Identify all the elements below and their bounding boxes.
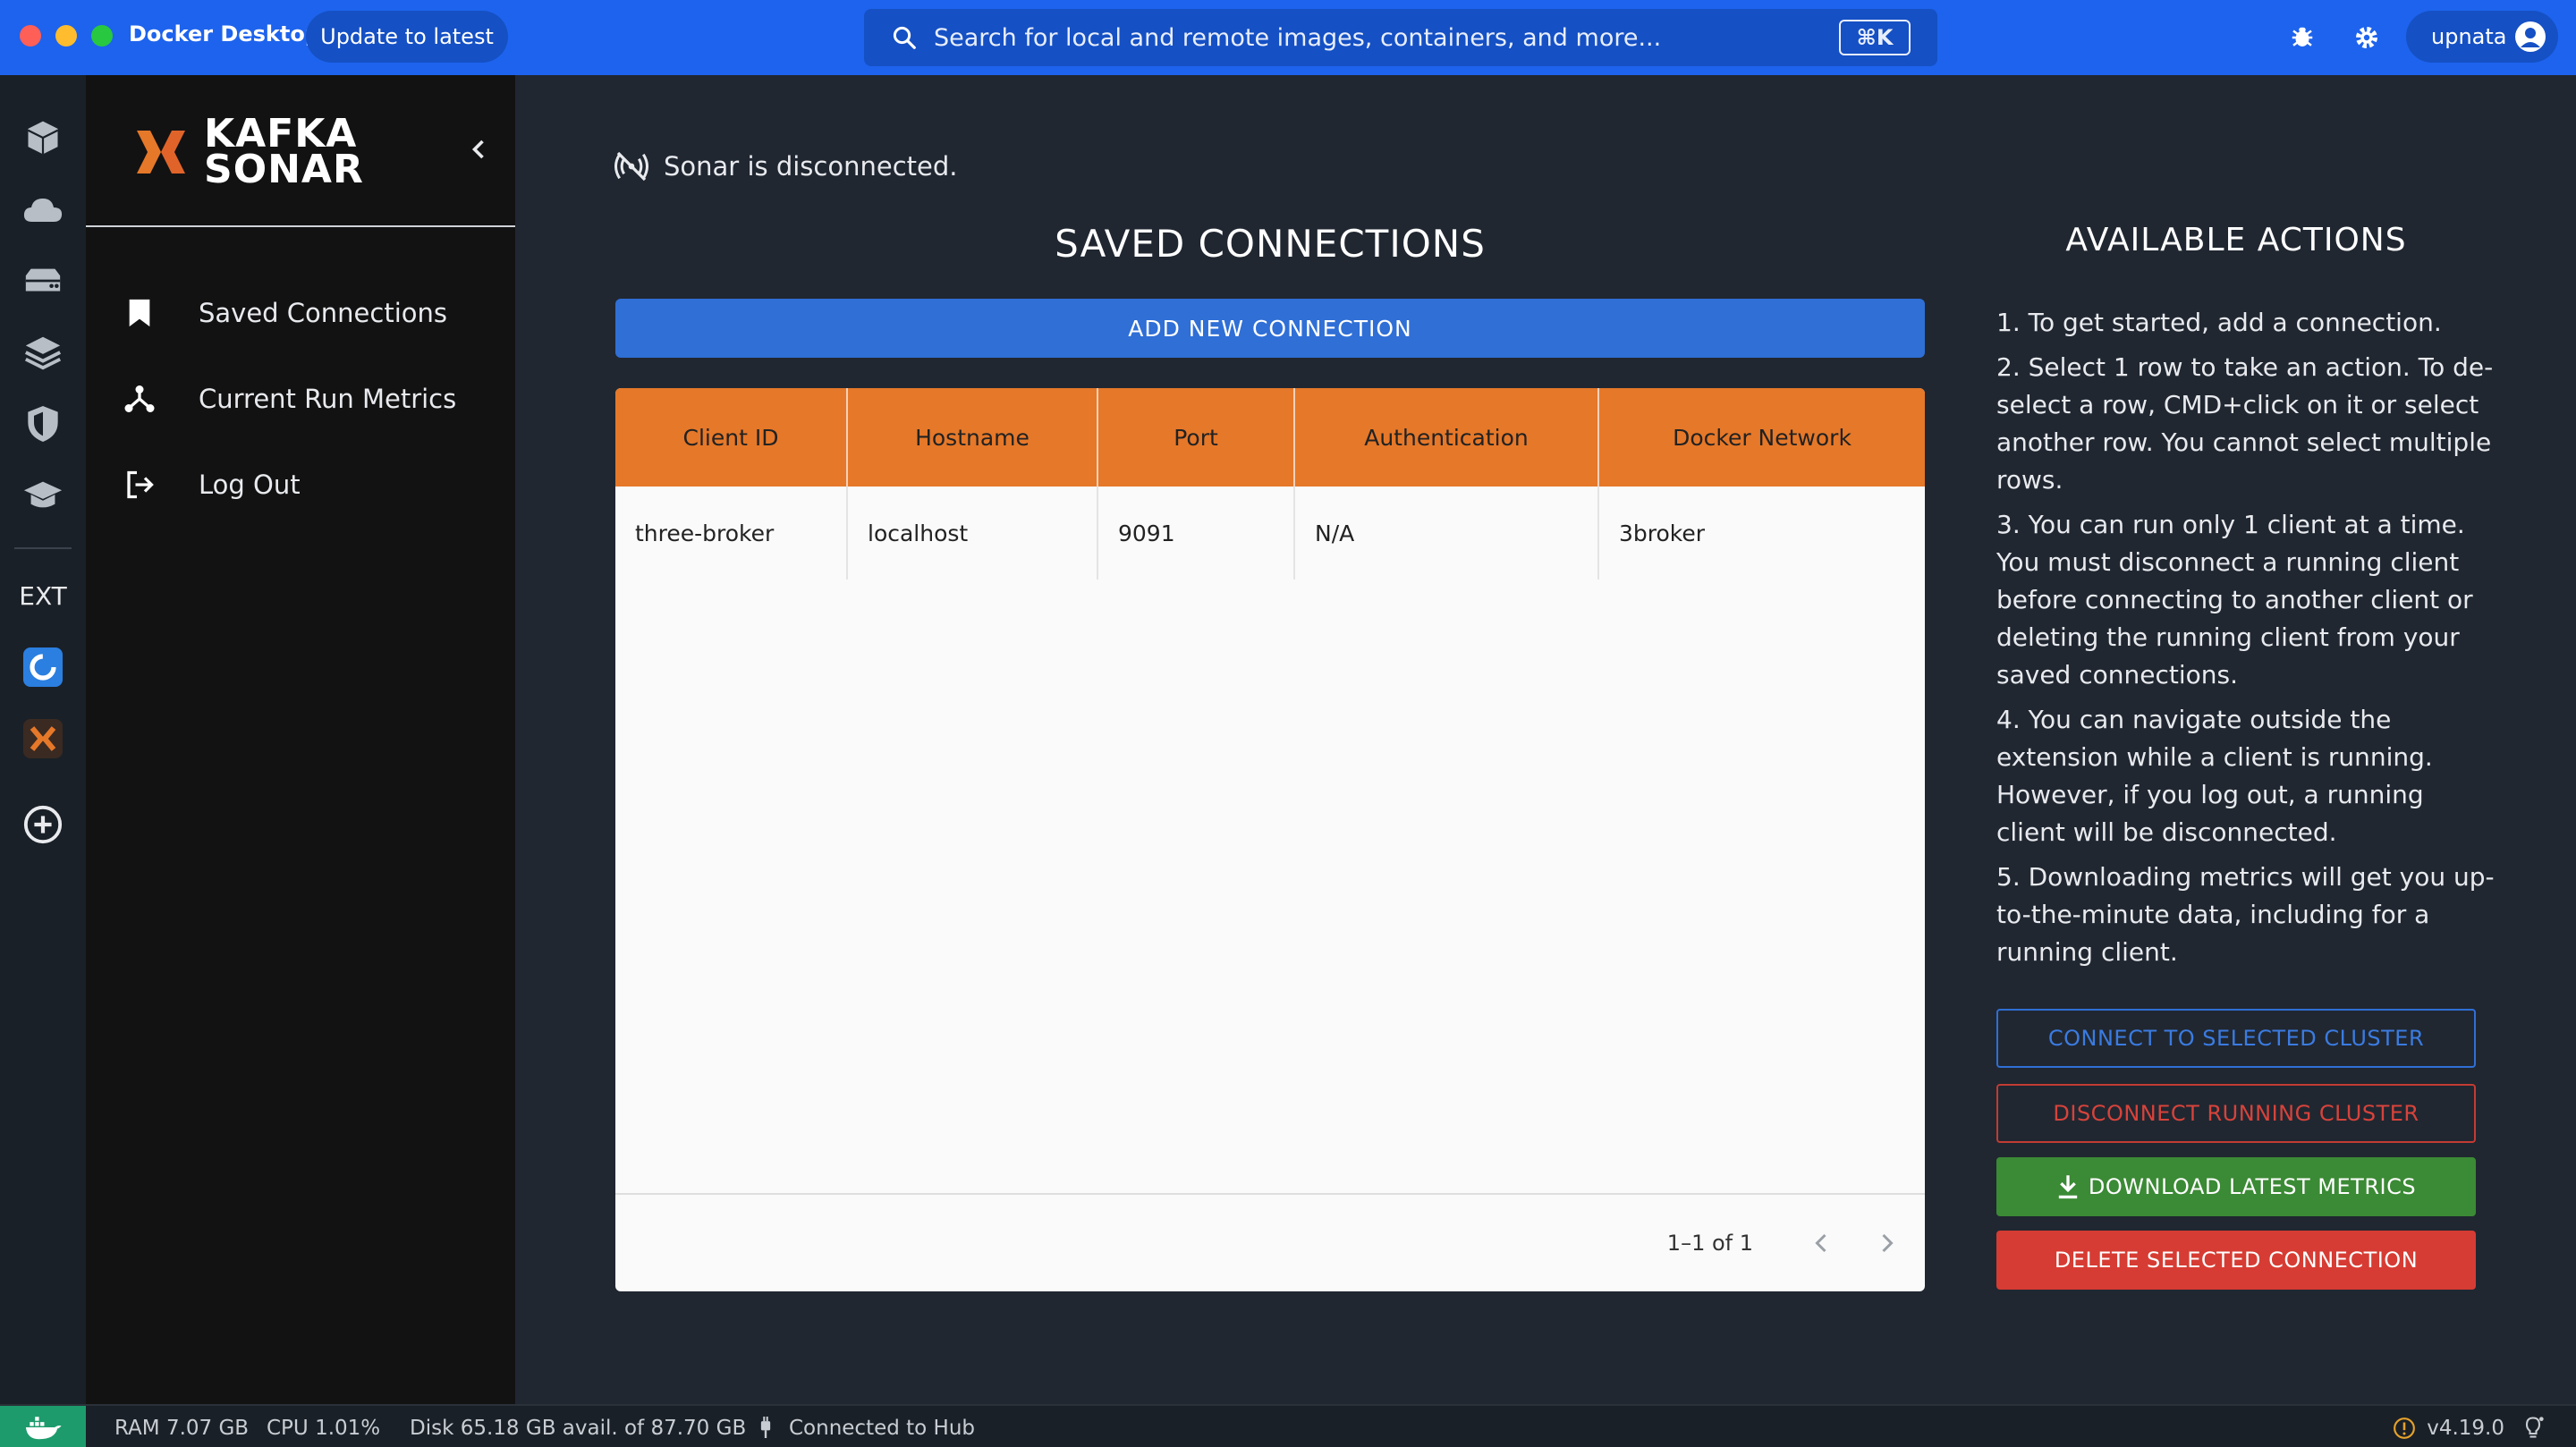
instruction-item: 3. You can run only 1 client at a time. …	[1996, 510, 2473, 690]
sidebar-item-current-run-metrics[interactable]: Current Run Metrics	[122, 372, 497, 426]
ram-usage: RAM 7.07 GB	[114, 1417, 250, 1440]
kafka-sonar-extension-icon[interactable]	[21, 717, 64, 760]
column-header-port[interactable]: Port	[1098, 388, 1295, 487]
connect-cluster-button[interactable]: CONNECT TO SELECTED CLUSTER	[1996, 1009, 2476, 1068]
kafka-sonar-sidebar: KAFKA SONAR Saved Connections Current Ru…	[86, 75, 515, 1404]
add-new-connection-button[interactable]: ADD NEW CONNECTION	[615, 299, 1925, 358]
search-shortcut-badge: ⌘K	[1839, 20, 1911, 55]
pagination-count: 1–1 of 1	[1666, 1231, 1753, 1256]
next-page-chevron-right-icon[interactable]	[1869, 1225, 1905, 1261]
sidebar-item-label: Log Out	[199, 470, 301, 500]
feedback-lightbulb-icon[interactable]	[2521, 1415, 2546, 1445]
delete-connection-button[interactable]: DELETE SELECTED CONNECTION	[1996, 1231, 2476, 1290]
column-header-hostname[interactable]: Hostname	[848, 388, 1098, 487]
sidebar-item-log-out[interactable]: Log Out	[122, 458, 497, 512]
table-row[interactable]: three-broker localhost 9091 N/A 3broker	[615, 487, 1925, 580]
update-button[interactable]: Update to latest	[306, 11, 508, 63]
connections-table: Client ID Hostname Port Authentication D…	[615, 388, 1925, 1291]
settings-gear-icon[interactable]	[2349, 20, 2385, 55]
cell-authentication: N/A	[1295, 487, 1599, 580]
sidebar-item-label: Current Run Metrics	[199, 384, 457, 414]
sidebar-item-saved-connections[interactable]: Saved Connections	[122, 286, 497, 340]
disconnected-signal-icon	[614, 151, 648, 182]
dev-environments-icon[interactable]	[21, 331, 64, 374]
logout-icon	[122, 467, 157, 503]
disk-usage: Disk 65.18 GB avail. of 87.70 GB	[410, 1417, 747, 1440]
search-placeholder: Search for local and remote images, cont…	[934, 23, 1662, 52]
learning-center-icon[interactable]	[21, 474, 64, 517]
containers-icon[interactable]	[21, 116, 64, 159]
extension-1-icon[interactable]	[21, 646, 64, 689]
previous-page-chevron-left-icon[interactable]	[1803, 1225, 1839, 1261]
actions-title: AVAILABLE ACTIONS	[2065, 222, 2407, 258]
close-window-button[interactable]	[20, 25, 41, 47]
hub-status: Connected to Hub	[789, 1417, 976, 1440]
minimize-window-button[interactable]	[55, 25, 77, 47]
download-label: DOWNLOAD LATEST METRICS	[2088, 1174, 2417, 1199]
column-header-client-id[interactable]: Client ID	[615, 388, 848, 487]
volumes-icon[interactable]	[21, 259, 64, 302]
status-text: Sonar is disconnected.	[664, 151, 958, 182]
logo-line-2: SONAR	[204, 147, 364, 192]
instruction-item: 4. You can navigate outside the extensio…	[1996, 705, 2433, 847]
cell-port: 9091	[1098, 487, 1295, 580]
account-button[interactable]: upnata	[2406, 11, 2558, 63]
version-info[interactable]: v4.19.0	[2393, 1417, 2504, 1440]
table-footer: 1–1 of 1	[615, 1193, 1925, 1291]
disconnect-cluster-button[interactable]: DISCONNECT RUNNING CLUSTER	[1996, 1084, 2476, 1143]
kafka-sonar-logo-icon	[137, 131, 185, 173]
collapse-sidebar-chevron-left-icon[interactable]	[465, 136, 492, 163]
scout-shield-icon[interactable]	[21, 402, 64, 445]
title-bar: Docker Desktop Update to latest Search f…	[0, 0, 2576, 75]
maximize-window-button[interactable]	[91, 25, 113, 47]
cpu-usage: CPU 1.01%	[267, 1417, 381, 1440]
docker-nav-rail: EXT	[0, 75, 86, 1404]
instruction-item: 5. Downloading metrics will get you up-t…	[1996, 862, 2495, 967]
rail-divider	[14, 547, 72, 549]
bookmark-icon	[122, 295, 157, 331]
search-icon	[893, 26, 916, 49]
page-title: SAVED CONNECTIONS	[1055, 222, 1486, 266]
table-header: Client ID Hostname Port Authentication D…	[615, 388, 1925, 487]
cell-hostname: localhost	[848, 487, 1098, 580]
instructions-list: 1. To get started, add a connection. 2. …	[1996, 304, 2497, 978]
column-header-authentication[interactable]: Authentication	[1295, 388, 1599, 487]
status-footer: RAM 7.07 GB CPU 1.01% Disk 65.18 GB avai…	[0, 1404, 2576, 1447]
instruction-item: 1. To get started, add a connection.	[1996, 308, 2442, 337]
connection-status: Sonar is disconnected.	[614, 148, 957, 184]
docker-whale-icon[interactable]	[0, 1406, 86, 1447]
instruction-item: 2. Select 1 row to take an action. To de…	[1996, 352, 2494, 495]
images-icon[interactable]	[21, 188, 64, 231]
cell-docker-network: 3broker	[1619, 520, 1706, 546]
metrics-icon	[122, 381, 157, 417]
update-warning-icon	[2394, 1417, 2416, 1439]
add-extension-icon[interactable]	[21, 803, 64, 846]
bug-report-icon[interactable]	[2284, 20, 2320, 55]
download-icon	[2058, 1175, 2078, 1199]
cell-client-id: three-broker	[615, 487, 848, 580]
download-metrics-button[interactable]: DOWNLOAD LATEST METRICS	[1996, 1157, 2476, 1216]
sidebar-item-label: Saved Connections	[199, 298, 448, 328]
global-search-input[interactable]: Search for local and remote images, cont…	[864, 9, 1937, 66]
plug-icon	[757, 1417, 775, 1443]
app-title: Docker Desktop	[129, 21, 321, 47]
kafka-sonar-logo: KAFKA SONAR	[129, 114, 364, 192]
avatar	[2515, 21, 2546, 52]
sidebar-divider	[86, 225, 515, 227]
column-header-docker-network[interactable]: Docker Network	[1599, 388, 1925, 487]
username: upnata	[2431, 24, 2507, 49]
version-text: v4.19.0	[2427, 1417, 2504, 1440]
extensions-label: EXT	[19, 581, 67, 611]
